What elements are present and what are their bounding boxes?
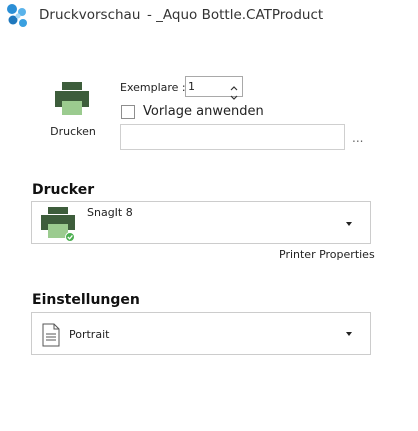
printer-icon bbox=[52, 79, 92, 119]
template-label: Vorlage anwenden bbox=[143, 104, 264, 119]
dropdown-arrow-icon bbox=[346, 332, 352, 336]
print-button[interactable]: Drucken bbox=[40, 76, 106, 146]
check-badge-icon bbox=[65, 232, 75, 242]
template-path-field[interactable] bbox=[120, 124, 345, 150]
printer-properties-link[interactable]: Printer Properties bbox=[279, 248, 375, 261]
template-checkbox[interactable] bbox=[121, 105, 135, 119]
document-icon bbox=[42, 323, 60, 347]
copies-label: Exemplare : bbox=[120, 81, 186, 94]
print-button-label: Drucken bbox=[50, 125, 96, 138]
dropdown-arrow-icon bbox=[346, 222, 352, 226]
settings-section-title: Einstellungen bbox=[32, 292, 140, 308]
copies-stepper[interactable] bbox=[185, 76, 243, 100]
printer-section-title: Drucker bbox=[32, 182, 95, 198]
app-logo-icon bbox=[4, 2, 30, 30]
browse-button[interactable]: ... bbox=[352, 131, 363, 145]
printer-dropdown[interactable]: SnagIt 8 bbox=[31, 201, 371, 244]
selected-printer: SnagIt 8 bbox=[87, 206, 133, 219]
printer-device-icon bbox=[39, 204, 77, 242]
window-title: Druckvorschau bbox=[39, 7, 141, 23]
document-name: - _Aquo Bottle.CATProduct bbox=[147, 7, 324, 23]
spin-up-icon[interactable] bbox=[228, 78, 240, 91]
orientation-value: Portrait bbox=[69, 328, 110, 341]
orientation-dropdown[interactable]: Portrait bbox=[31, 312, 371, 355]
copies-input[interactable] bbox=[188, 79, 226, 94]
spin-down-icon[interactable] bbox=[228, 87, 240, 100]
